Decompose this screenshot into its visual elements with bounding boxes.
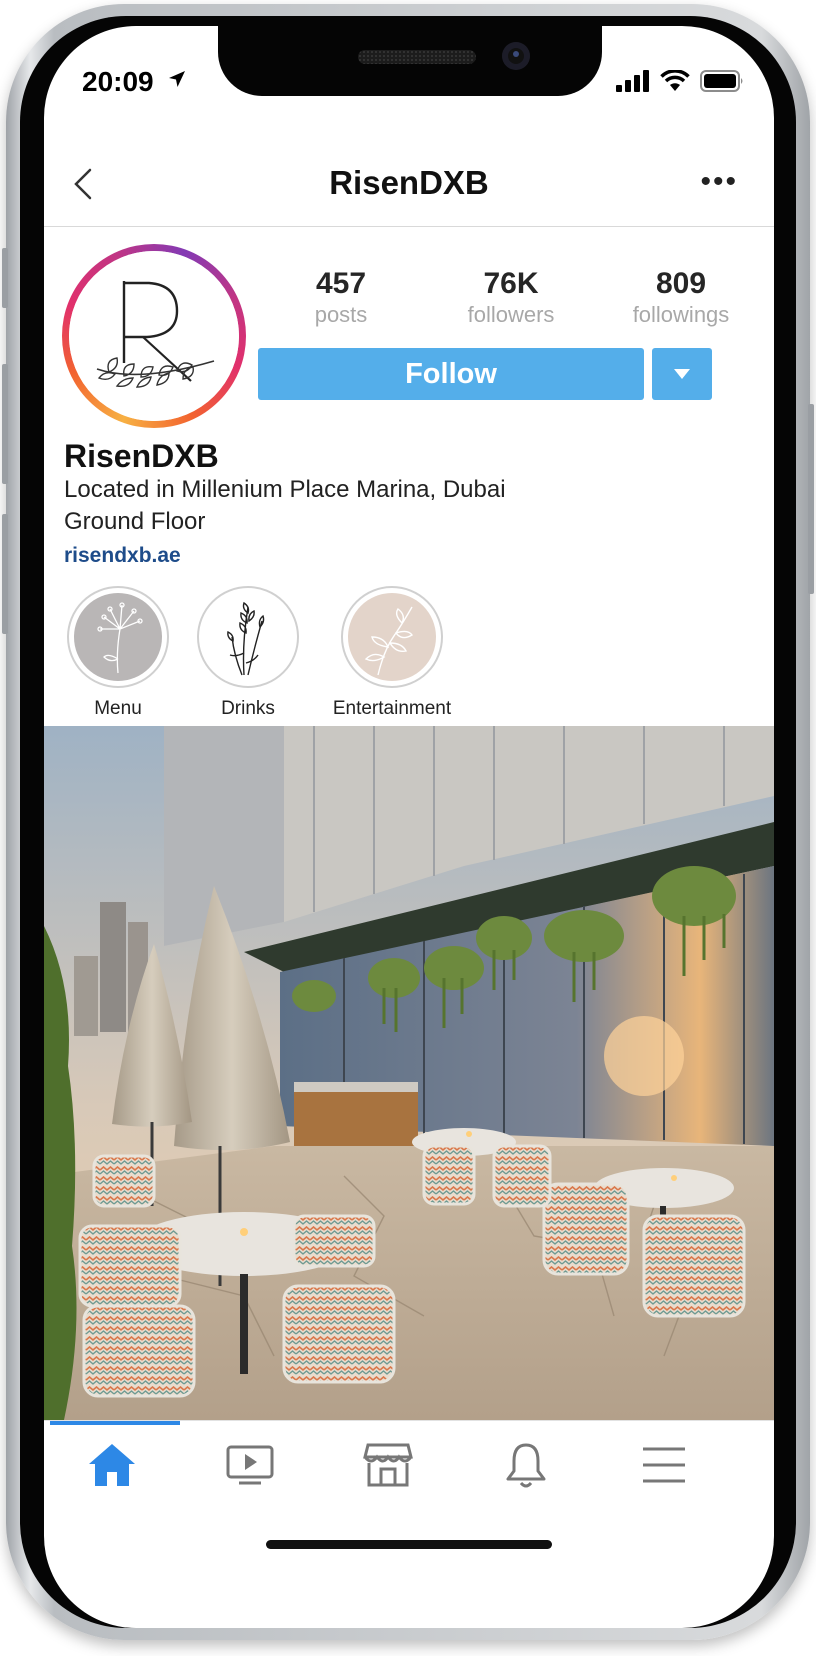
power-button bbox=[808, 404, 814, 594]
followings-label: followings bbox=[632, 302, 730, 327]
home-indicator[interactable] bbox=[266, 1540, 552, 1549]
highlight-cover bbox=[348, 593, 436, 681]
followings-count: 809 bbox=[655, 267, 707, 300]
highlight-cover bbox=[204, 593, 292, 681]
restaurant-terrace-photo bbox=[44, 726, 774, 1420]
status-icons bbox=[616, 70, 744, 92]
post-image[interactable] bbox=[44, 726, 774, 1420]
tab-marketplace[interactable] bbox=[358, 1435, 418, 1495]
posts-label: posts bbox=[314, 302, 368, 327]
highlight-ring bbox=[67, 586, 169, 688]
mute-switch bbox=[2, 248, 8, 308]
highlight-entertainment[interactable]: Entertainment bbox=[332, 586, 452, 720]
bottom-tab-bar bbox=[44, 1420, 774, 1521]
follow-button[interactable]: Follow bbox=[258, 348, 644, 400]
wifi-icon bbox=[660, 70, 690, 91]
risen-logo-icon bbox=[96, 281, 215, 388]
tab-notifications[interactable] bbox=[496, 1435, 556, 1495]
volume-down-button bbox=[2, 514, 8, 634]
page-title: RisenDXB bbox=[329, 164, 489, 201]
highlight-menu[interactable]: Menu bbox=[66, 586, 170, 720]
profile-header: RisenDXB ••• bbox=[44, 142, 774, 227]
wheat-icon bbox=[227, 601, 265, 676]
bio-location: Located in Millenium Place Marina, Dubai bbox=[64, 476, 506, 503]
app-screen: 20:09 RisenDXB ••• 457 posts 76K followe… bbox=[44, 26, 774, 1628]
tab-video[interactable] bbox=[220, 1435, 280, 1495]
story-ring[interactable] bbox=[62, 244, 246, 428]
status-time: 20:09 bbox=[82, 66, 154, 97]
shop-icon bbox=[363, 1443, 413, 1487]
dandelion-icon bbox=[97, 602, 143, 674]
website-link[interactable]: risendxb.ae bbox=[64, 544, 181, 568]
highlight-label: Entertainment bbox=[332, 698, 452, 719]
tab-home[interactable] bbox=[82, 1435, 142, 1495]
bio-floor: Ground Floor bbox=[64, 508, 206, 535]
location-arrow-icon bbox=[169, 71, 185, 87]
highlight-ring bbox=[197, 586, 299, 688]
leaf-branch-icon bbox=[364, 606, 413, 676]
caret-down-icon bbox=[674, 369, 690, 379]
menu-icon bbox=[643, 1447, 685, 1483]
followings-stat[interactable]: 809 followings bbox=[596, 266, 766, 328]
profile-stats: 457 posts 76K followers 809 followings bbox=[256, 266, 766, 328]
highlight-ring bbox=[341, 586, 443, 688]
home-icon bbox=[89, 1444, 135, 1486]
highlight-label: Drinks bbox=[221, 698, 275, 719]
followers-stat[interactable]: 76K followers bbox=[426, 266, 596, 328]
bell-icon bbox=[506, 1443, 546, 1488]
camera-notch bbox=[218, 26, 602, 96]
cellular-signal-icon bbox=[616, 70, 649, 92]
followers-label: followers bbox=[467, 302, 555, 327]
highlight-label: Menu bbox=[94, 698, 142, 719]
highlight-drinks[interactable]: Drinks bbox=[196, 586, 300, 720]
earpiece-speaker bbox=[358, 50, 476, 64]
volume-up-button bbox=[2, 364, 8, 484]
front-camera bbox=[502, 42, 530, 70]
highlight-cover bbox=[74, 593, 162, 681]
posts-stat[interactable]: 457 posts bbox=[256, 266, 426, 328]
battery-icon bbox=[700, 70, 743, 92]
posts-count: 457 bbox=[315, 267, 367, 300]
suggested-dropdown-button[interactable] bbox=[652, 348, 712, 400]
tab-menu[interactable] bbox=[634, 1435, 694, 1495]
followers-count: 76K bbox=[483, 267, 539, 300]
more-options-icon[interactable]: ••• bbox=[700, 167, 738, 197]
profile-name: RisenDXB bbox=[64, 438, 219, 474]
active-tab-indicator bbox=[50, 1421, 180, 1425]
profile-avatar bbox=[69, 251, 239, 421]
video-icon bbox=[226, 1445, 274, 1485]
